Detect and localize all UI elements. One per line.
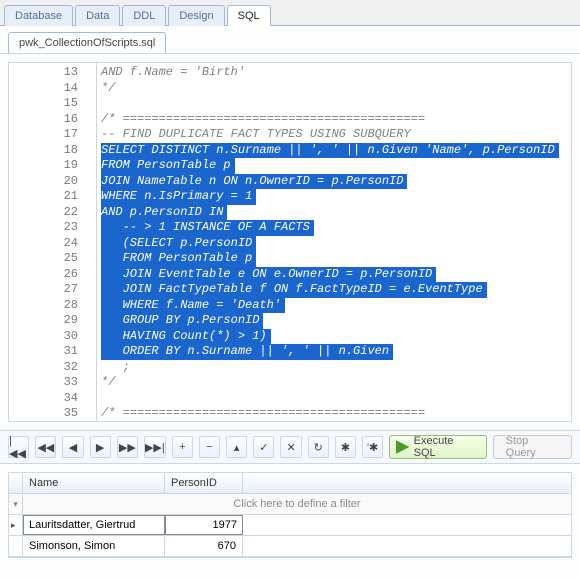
code-line[interactable]: ; <box>101 360 567 376</box>
file-tab[interactable]: pwk_CollectionOfScripts.sql <box>8 32 166 53</box>
line-number: 17 <box>11 127 78 143</box>
code-line[interactable]: (SELECT p.PersonID <box>101 236 567 252</box>
code-line[interactable]: JOIN FactTypeTable f ON f.FactTypeID = e… <box>101 282 567 298</box>
line-number: 30 <box>11 329 78 345</box>
line-number: 33 <box>11 375 78 391</box>
code-line[interactable]: AND f.Name = 'Birth' <box>101 65 567 81</box>
filter-icon[interactable]: ▾ <box>9 495 23 514</box>
tab-ddl[interactable]: DDL <box>122 5 166 26</box>
tab-design[interactable]: Design <box>168 5 224 26</box>
cancel-button[interactable]: ✕ <box>280 436 301 458</box>
filter-row[interactable]: ▾ Click here to define a filter <box>9 494 571 515</box>
row-handle[interactable] <box>9 515 23 535</box>
code-line[interactable]: WHERE f.Name = 'Death' <box>101 298 567 314</box>
code-line[interactable]: WHERE n.IsPrimary = 1 <box>101 189 567 205</box>
code-line[interactable]: GROUP BY p.PersonID <box>101 313 567 329</box>
code-line[interactable]: -- FIND DUPLICATE FACT TYPES USING SUBQU… <box>101 127 567 143</box>
play-icon <box>396 440 409 454</box>
tab-sql[interactable]: SQL <box>227 5 271 26</box>
file-tab-bar: pwk_CollectionOfScripts.sql <box>0 26 580 54</box>
refresh-button[interactable]: ↻ <box>308 436 329 458</box>
nav-last-button[interactable]: ▶▶| <box>144 436 166 458</box>
cell-name[interactable]: Lauritsdatter, Giertrud <box>23 515 165 535</box>
line-number-gutter: 1314151617181920212223242526272829303132… <box>9 63 97 421</box>
code-line[interactable]: */ <box>101 375 567 391</box>
code-line[interactable]: SELECT DISTINCT n.Surname || ', ' || n.G… <box>101 143 567 159</box>
line-number: 31 <box>11 344 78 360</box>
line-number: 18 <box>11 143 78 159</box>
column-header-name[interactable]: Name <box>23 473 165 493</box>
table-row[interactable]: Simonson, Simon670 <box>9 536 571 557</box>
code-line[interactable]: /* =====================================… <box>101 112 567 128</box>
sql-toolbar: |◀◀ ◀◀ ◀ ▶ ▶▶ ▶▶| + − ▴ ✓ ✕ ↻ ✱ '✱ Execu… <box>0 430 580 464</box>
line-number: 20 <box>11 174 78 190</box>
remove-row-button[interactable]: − <box>199 436 220 458</box>
cell-personid[interactable]: 670 <box>165 536 243 556</box>
line-number: 26 <box>11 267 78 283</box>
code-line[interactable]: JOIN NameTable n ON n.OwnerID = p.Person… <box>101 174 567 190</box>
line-number: 21 <box>11 189 78 205</box>
line-number: 16 <box>11 112 78 128</box>
line-number: 28 <box>11 298 78 314</box>
code-line[interactable]: HAVING Count(*) > 1) <box>101 329 567 345</box>
results-grid: Name PersonID ▾ Click here to define a f… <box>8 472 572 558</box>
execute-sql-button[interactable]: Execute SQL <box>389 435 486 459</box>
table-row[interactable]: Lauritsdatter, Giertrud1977 <box>9 515 571 536</box>
row-handle[interactable] <box>9 536 23 556</box>
edit-row-button[interactable]: ▴ <box>226 436 247 458</box>
line-number: 13 <box>11 65 78 81</box>
stop-query-label: Stop Query <box>506 435 559 459</box>
code-line[interactable]: AND p.PersonID IN <box>101 205 567 221</box>
code-line[interactable]: /* =====================================… <box>101 406 567 421</box>
line-number: 35 <box>11 406 78 422</box>
line-number: 22 <box>11 205 78 221</box>
tab-database[interactable]: Database <box>4 5 73 26</box>
bookmark1-button[interactable]: ✱ <box>335 436 356 458</box>
sql-editor-container: 1314151617181920212223242526272829303132… <box>0 54 580 430</box>
nav-first-button[interactable]: |◀◀ <box>8 436 29 458</box>
execute-sql-label: Execute SQL <box>414 435 476 459</box>
bookmark2-button[interactable]: '✱ <box>362 436 383 458</box>
code-line[interactable]: FROM PersonTable p <box>101 158 567 174</box>
header-handle <box>9 473 23 493</box>
commit-button[interactable]: ✓ <box>253 436 274 458</box>
code-line[interactable] <box>101 391 567 407</box>
line-number: 15 <box>11 96 78 112</box>
main-tab-bar: Database Data DDL Design SQL <box>0 0 580 26</box>
line-number: 27 <box>11 282 78 298</box>
code-line[interactable]: */ <box>101 81 567 97</box>
nav-next-page-button[interactable]: ▶▶ <box>117 436 138 458</box>
code-area[interactable]: AND f.Name = 'Birth'*//* ===============… <box>97 63 571 421</box>
line-number: 34 <box>11 391 78 407</box>
nav-next-button[interactable]: ▶ <box>90 436 111 458</box>
nav-prev-button[interactable]: ◀ <box>62 436 83 458</box>
code-line[interactable]: JOIN EventTable e ON e.OwnerID = p.Perso… <box>101 267 567 283</box>
tab-data[interactable]: Data <box>75 5 120 26</box>
code-line[interactable]: -- > 1 INSTANCE OF A FACTS <box>101 220 567 236</box>
filter-placeholder[interactable]: Click here to define a filter <box>23 494 571 514</box>
line-number: 14 <box>11 81 78 97</box>
results-header: Name PersonID <box>9 473 571 494</box>
line-number: 24 <box>11 236 78 252</box>
stop-query-button: Stop Query <box>493 435 572 459</box>
sql-editor[interactable]: 1314151617181920212223242526272829303132… <box>8 62 572 422</box>
nav-prev-page-button[interactable]: ◀◀ <box>35 436 56 458</box>
code-line[interactable]: FROM PersonTable p <box>101 251 567 267</box>
cell-personid[interactable]: 1977 <box>165 515 243 535</box>
column-header-personid[interactable]: PersonID <box>165 473 243 493</box>
line-number: 23 <box>11 220 78 236</box>
code-line[interactable] <box>101 96 567 112</box>
line-number: 19 <box>11 158 78 174</box>
code-line[interactable]: ORDER BY n.Surname || ', ' || n.Given <box>101 344 567 360</box>
cell-name[interactable]: Simonson, Simon <box>23 536 165 556</box>
line-number: 29 <box>11 313 78 329</box>
results-rows: Lauritsdatter, Giertrud1977Simonson, Sim… <box>9 515 571 557</box>
line-number: 32 <box>11 360 78 376</box>
add-row-button[interactable]: + <box>172 436 193 458</box>
line-number: 25 <box>11 251 78 267</box>
